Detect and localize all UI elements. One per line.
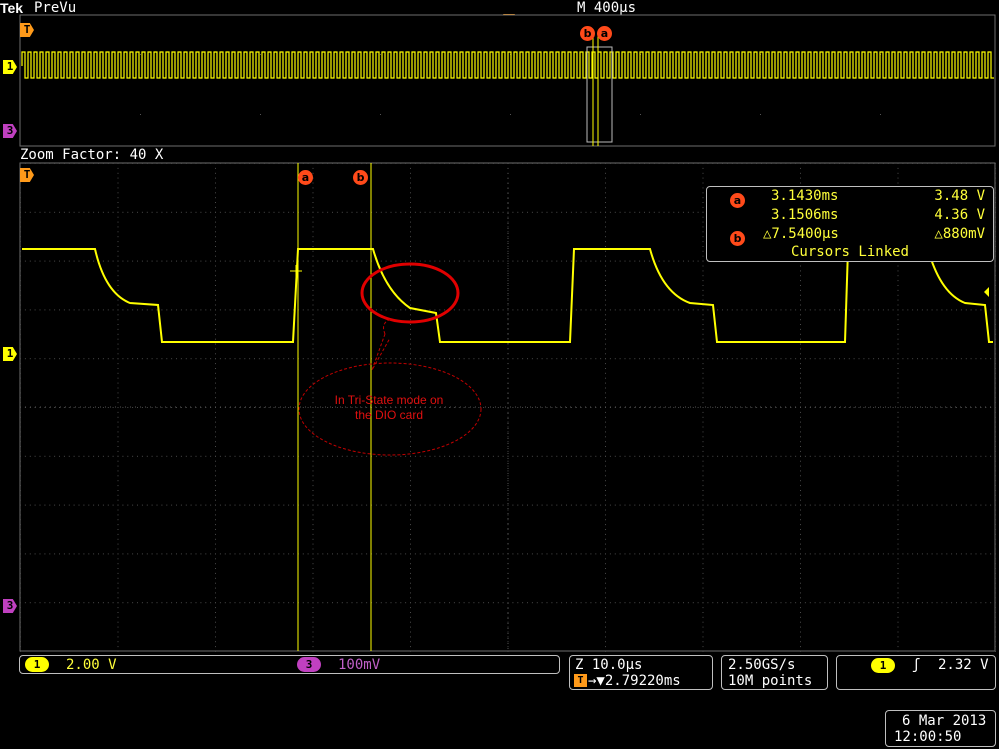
datetime-panel: 6 Mar 2013 12:00:50: [885, 710, 996, 747]
ch1-badge[interactable]: 1: [25, 657, 49, 672]
cursor-b-bubble[interactable]: b: [353, 166, 368, 185]
zoom-scale: Z 10.0µs: [575, 657, 643, 673]
cursor-b-voltage: 4.36 V: [934, 207, 985, 223]
sample-rate: 2.50GS/s: [728, 657, 796, 673]
trigger-level: 2.32 V: [938, 657, 989, 673]
record-length: 10M points: [728, 673, 813, 689]
channel-scale-panel[interactable]: 1 2.00 V 3 100mV: [19, 655, 560, 674]
cursor-b-time: 3.1506ms: [771, 207, 839, 223]
cursors-linked-label: Cursors Linked: [790, 244, 909, 260]
overview-cursor-a-bubble[interactable]: a: [597, 22, 612, 41]
trigger-source-badge: 1: [871, 658, 895, 673]
date-label: 6 Mar 2013: [902, 713, 987, 729]
ch1-scale[interactable]: 2.00 V: [66, 657, 117, 673]
delta-time: △7.5400µs: [763, 226, 839, 242]
annotation-text: In Tri-State mode on the DIO card: [334, 393, 444, 422]
zoom-factor-label: Zoom Factor: 40 X: [20, 147, 164, 163]
readout-cursor-a-bubble: a: [730, 189, 745, 208]
horizontal-panel[interactable]: Z 10.0µs T →▼2.79220ms: [569, 655, 713, 690]
time-label: 12:00:50: [894, 729, 962, 745]
cursor-readout-panel[interactable]: a 3.1430ms 3.48 V 3.1506ms 4.36 V b △7.5…: [706, 186, 994, 262]
cursor-a-bubble[interactable]: a: [298, 166, 313, 185]
cursor-a-time: 3.1430ms: [771, 188, 839, 204]
acquisition-panel[interactable]: 2.50GS/s 10M points: [721, 655, 828, 690]
trigger-icon: T: [574, 674, 587, 687]
trigger-panel[interactable]: 1 ʃ 2.32 V: [836, 655, 996, 690]
cursor-a-voltage: 3.48 V: [934, 188, 985, 204]
overview-cursor-b-bubble[interactable]: b: [580, 22, 595, 41]
rising-edge-icon: ʃ: [912, 657, 921, 673]
trigger-position: →▼2.79220ms: [588, 673, 681, 689]
ch3-badge[interactable]: 3: [297, 657, 321, 672]
delta-voltage: △880mV: [934, 226, 985, 242]
overview-graticule: [19, 14, 996, 147]
ch3-scale[interactable]: 100mV: [338, 657, 380, 673]
